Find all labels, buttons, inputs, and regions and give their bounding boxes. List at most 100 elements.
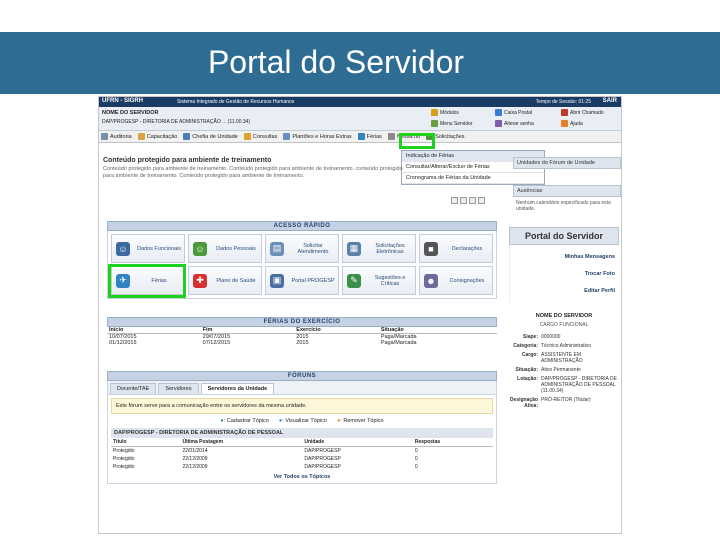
profile-title: Portal do Servidor (509, 227, 619, 245)
vacation-table: Início Fim Exercício Situação 10/07/2015… (107, 327, 497, 346)
my-messages-link[interactable]: Minhas Mensagens (565, 254, 615, 260)
tile-plano-saude[interactable]: ✚ Plano de Saúde (188, 266, 262, 295)
forum-actions: ●: Cadastrar Tópico ●: Visualizar Tópico… (111, 414, 493, 428)
prev-page-button[interactable] (460, 197, 467, 204)
system-topbar: UFRN - SIGRH Sistema Integrado de Gestão… (99, 97, 621, 107)
profile-fields: Siape: 0000000 Categoria: Técnico Administ… (509, 334, 617, 409)
tile-dados-pessoais[interactable]: ☺ Dados Pessoais (188, 234, 262, 263)
system-full-name: Sistema Integrado de Gestão de Recursos … (177, 99, 295, 105)
forum-panel: FÓRUNS Docente/TAE Servidores Servidores… (107, 371, 497, 484)
tile-sugestoes[interactable]: ✎ Sugestões e Críticas (342, 266, 416, 295)
people-icon: ☻ (424, 273, 438, 288)
notice-title: Conteúdo protegido para ambiente de trei… (103, 157, 272, 164)
ferias-tile-highlight (108, 264, 186, 298)
system-short-name: UFRN - SIGRH (102, 98, 143, 104)
tab-docente[interactable]: Docente/TAE (110, 383, 157, 394)
menu-capacitacao[interactable]: Capacitação (137, 133, 177, 140)
ticket-icon (561, 109, 568, 116)
forum-description: Este fórum serve para a comunicação entr… (111, 398, 493, 414)
units-header: Unidades do Fórum de Unidade (513, 157, 621, 169)
view-topic-action[interactable]: ●: Visualizar Tópico (279, 418, 327, 424)
right-side-panel: Unidades do Fórum de Unidade Ausências N… (513, 157, 621, 215)
sigrh-screenshot: UFRN - SIGRH Sistema Integrado de Gestão… (98, 96, 622, 534)
table-row[interactable]: Protegido 22/12/2009 DAP/PROGESP 0 (111, 463, 493, 471)
menu-auditoria[interactable]: Auditoria (101, 133, 132, 140)
forum-tabs: Docente/TAE Servidores Servidores da Uni… (107, 381, 497, 394)
slide-title: Portal do Servidor (207, 44, 465, 80)
open-ticket-link[interactable]: Abrir Chamado (561, 109, 604, 116)
see-all-topics-link[interactable]: Ver Todos os Tópicos (111, 471, 493, 480)
forum-content: Este fórum serve para a comunicação entr… (107, 394, 497, 484)
tile-solicitar-atendimento[interactable]: ▤ Solicitar Atendimento (265, 234, 339, 263)
absences-text: Nenhum calendário especificado para esta… (516, 200, 611, 212)
edit-profile-link[interactable]: Editar Perfil (584, 288, 615, 294)
table-row[interactable]: Protegido 22/12/2009 DAP/PROGESP 0 (111, 455, 493, 463)
session-timer: Tempo de Sessão: 01:25 (535, 99, 591, 105)
table-row: 01/12/2015 07/12/2015 2015 Paga/Marcada (109, 340, 417, 346)
suggestion-icon: ✎ (347, 273, 361, 288)
tile-portal-progesp[interactable]: ▣ Portal PROGESP (265, 266, 339, 295)
next-page-button[interactable] (469, 197, 476, 204)
mailbox-link[interactable]: Caixa Postal (495, 109, 532, 116)
tile-dados-funcionais[interactable]: ☺ Dados Funcionais (111, 234, 185, 263)
form-icon: ▦ (347, 241, 361, 256)
exit-link[interactable]: SAIR (603, 98, 617, 104)
help-icon (561, 120, 568, 127)
menu-plantoes[interactable]: Plantões e Horas Extras (283, 133, 352, 140)
airplane-icon (357, 133, 365, 140)
remove-topic-action[interactable]: ●: Remover Tópico (337, 418, 384, 424)
quick-access-header: ACESSO RÁPIDO (107, 221, 497, 231)
menu-icon (431, 120, 438, 127)
mail-icon (495, 109, 502, 116)
tile-declaracoes[interactable]: ■ Declarações (419, 234, 493, 263)
profile-panel: Portal do Servidor Minhas Mensagens Troc… (509, 227, 619, 409)
profile-role: CARGO FUNCIONAL (539, 322, 589, 328)
clock-icon (283, 133, 291, 140)
briefcase-icon: ■ (424, 241, 438, 256)
profile-name: NOME DO SERVIDOR (535, 313, 593, 319)
first-page-button[interactable] (451, 197, 458, 204)
notice-text: Conteúdo protegido para ambiente de trei… (103, 166, 403, 179)
tab-servidores[interactable]: Servidores (158, 383, 199, 394)
user-bar: NOME DO SERVIDOR DAP/PROGESP - DIRETORIA… (99, 107, 621, 131)
training-icon (137, 133, 145, 140)
forum-unit: DAP/PROGESP - DIRETORIA DE ADMINISTRAÇÃO… (111, 428, 493, 438)
col-ultima-postagem: Última Postagem (180, 438, 303, 447)
tile-solicitacoes-eletronicas[interactable]: ▦ Solicitações Eletrônicas (342, 234, 416, 263)
modules-icon (431, 109, 438, 116)
col-unidade: Unidade (302, 438, 413, 447)
col-titulo: Título (111, 438, 181, 447)
health-cross-icon: ✚ (193, 273, 207, 288)
last-page-button[interactable] (478, 197, 485, 204)
search-icon (243, 133, 251, 140)
profile-links: Minhas Mensagens Trocar Foto Editar Perf… (509, 245, 619, 303)
boss-icon (183, 133, 191, 140)
list-icon (387, 133, 395, 140)
vacation-panel: FÉRIAS DO EXERCÍCIO Início Fim Exercício… (107, 317, 497, 346)
modules-link[interactable]: Módulos (431, 109, 459, 116)
forum-header: FÓRUNS (107, 371, 497, 381)
key-icon (495, 120, 502, 127)
user-name: NOME DO SERVIDOR (102, 110, 159, 116)
portal-icon: ▣ (270, 273, 284, 288)
col-respostas: Respostas (412, 438, 493, 447)
create-topic-action[interactable]: ●: Cadastrar Tópico (220, 418, 268, 424)
tile-consignacoes[interactable]: ☻ Consignações (419, 266, 493, 295)
ferias-menu-highlight (399, 133, 435, 149)
notice-panel: Conteúdo protegido para ambiente de trei… (103, 157, 503, 180)
tab-servidores-unidade[interactable]: Servidores da Unidade (200, 383, 275, 394)
menu-ferias[interactable]: Férias (357, 133, 382, 140)
user-icon: ☺ (116, 241, 130, 256)
help-link[interactable]: Ajuda (561, 120, 583, 127)
person-icon: ☺ (193, 241, 207, 256)
menu-consultas[interactable]: Consultas (243, 133, 277, 140)
forum-table: Título Última Postagem Unidade Respostas… (111, 438, 493, 471)
audit-icon (101, 133, 108, 140)
menu-chefia[interactable]: Chefia de Unidade (183, 133, 238, 140)
vacation-header: FÉRIAS DO EXERCÍCIO (107, 317, 497, 327)
server-menu-link[interactable]: Menu Servidor (431, 120, 473, 127)
change-password-link[interactable]: Alterar senha (495, 120, 534, 127)
table-row[interactable]: Protegido 22/01/2014 DAP/PROGESP 0 (111, 447, 493, 456)
change-photo-link[interactable]: Trocar Foto (585, 271, 615, 277)
document-icon: ▤ (270, 241, 284, 256)
